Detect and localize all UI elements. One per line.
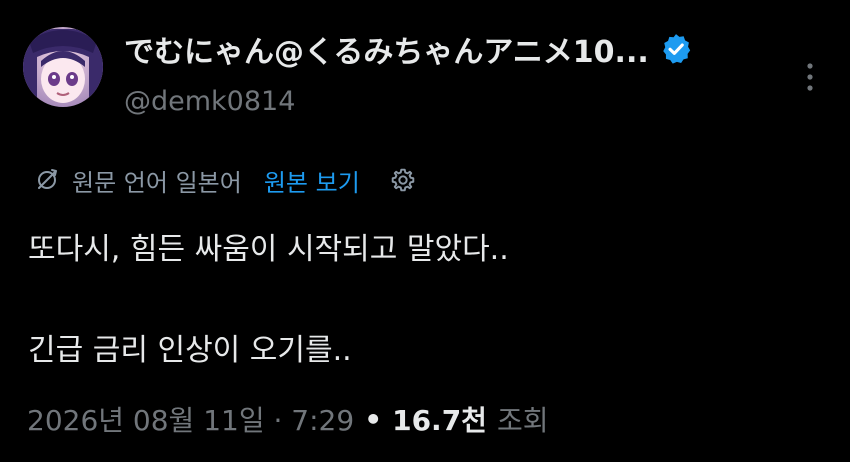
more-dots-icon: [807, 63, 813, 91]
tweet-timestamp[interactable]: 2026년 08월 11일 · 7:29: [27, 399, 354, 439]
meta-separator: •: [364, 402, 383, 436]
tweet-text-line: 긴급 금리 인상이 오기를..: [28, 333, 352, 368]
avatar[interactable]: [23, 27, 103, 107]
tweet: でむにゃん@くるみちゃんアニメ10... @demk0814 원문 언어 일본어…: [0, 0, 850, 462]
author-handle[interactable]: @demk0814: [124, 86, 295, 117]
tweet-meta: 2026년 08월 11일 · 7:29 • 16.7천 조회: [27, 396, 548, 442]
author-display-name[interactable]: でむにゃん@くるみちゃんアニメ10...: [124, 27, 649, 71]
author-name-row: でむにゃん@くるみちゃんアニメ10...: [124, 26, 693, 72]
translate-icon: [38, 169, 57, 189]
show-original-link[interactable]: 원본 보기: [264, 163, 360, 198]
view-label: 조회: [496, 404, 549, 437]
more-options-button[interactable]: [795, 62, 825, 92]
translation-bar: 원문 언어 일본어 원본 보기: [34, 162, 416, 198]
gear-icon[interactable]: [390, 167, 416, 193]
view-count: 16.7천: [392, 404, 487, 437]
tweet-text-line: 또다시, 힘든 싸움이 시작되고 말았다..: [28, 232, 509, 267]
translation-source-label: 원문 언어 일본어: [72, 168, 242, 197]
verified-badge-icon[interactable]: [659, 32, 693, 66]
